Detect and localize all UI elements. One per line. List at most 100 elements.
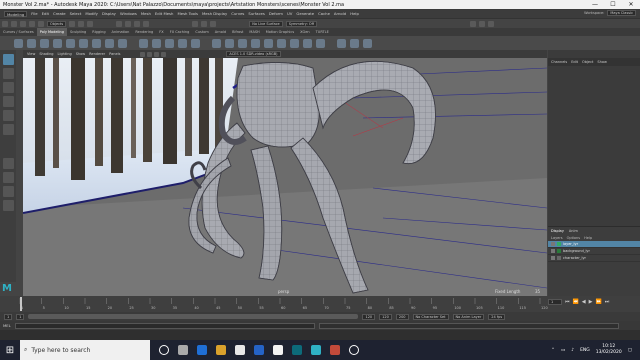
menu-edit[interactable]: Edit — [42, 11, 49, 16]
menu-mesh-display[interactable]: Mesh Display — [202, 11, 227, 16]
shelf-tab-fx-caching[interactable]: FX Caching — [167, 28, 193, 36]
poly-plane-icon[interactable] — [79, 38, 88, 48]
taskbar-search[interactable]: ⌕ Type here to search — [20, 340, 150, 360]
layer-row[interactable]: layer_lyr — [548, 241, 640, 248]
outliner-layout-icon[interactable] — [2, 200, 14, 211]
app-taskbar-icon[interactable] — [330, 345, 340, 355]
channel-box-menu-channels[interactable]: Channels — [551, 60, 567, 64]
menu-mesh[interactable]: Mesh — [141, 11, 151, 16]
maya-taskbar-icon[interactable] — [311, 345, 321, 355]
menu-help[interactable]: Help — [350, 11, 359, 16]
menu-arnold[interactable]: Arnold — [334, 11, 346, 16]
play-backwards-icon[interactable]: ◀ — [582, 299, 586, 305]
scene-end-field[interactable]: 120 — [379, 313, 392, 320]
poly-disc-icon[interactable] — [92, 38, 101, 48]
snap-curve-icon[interactable] — [125, 20, 132, 27]
play-forwards-icon[interactable]: ▶ — [589, 299, 593, 305]
shelf-tab-mash[interactable]: MASH — [246, 28, 262, 36]
smooth-shade-icon[interactable] — [154, 51, 160, 57]
menu-file[interactable]: File — [31, 11, 37, 16]
viewport-menu-shading[interactable]: Shading — [39, 52, 53, 56]
go-to-start-icon[interactable]: ⏮ — [565, 299, 570, 305]
viewport-menu-lighting[interactable]: Lighting — [58, 52, 72, 56]
visibility-toggle-icon[interactable] — [551, 256, 555, 260]
planar-map-icon[interactable] — [350, 38, 359, 48]
side-by-side-layout-icon[interactable] — [2, 186, 14, 197]
minimize-button[interactable]: — — [586, 0, 604, 9]
menu-select[interactable]: Select — [70, 11, 82, 16]
shelf-tab-animation[interactable]: Animation — [109, 28, 133, 36]
colorspace-selector[interactable]: ACES 1.0 SDR-video (sRGB) — [226, 51, 281, 57]
visibility-toggle-icon[interactable] — [551, 249, 555, 253]
quad-draw-icon[interactable] — [290, 38, 299, 48]
shelf-tab-arnold[interactable]: Arnold — [212, 28, 229, 36]
combine-icon[interactable] — [139, 38, 148, 48]
lasso-tool-icon[interactable] — [2, 68, 14, 79]
shelf-tab-custom[interactable]: Custom — [192, 28, 211, 36]
menu-cache[interactable]: Cache — [318, 11, 330, 16]
visibility-toggle-icon[interactable] — [551, 242, 555, 246]
bridge-icon[interactable] — [225, 38, 234, 48]
smooth-icon[interactable] — [165, 38, 174, 48]
symmetry-selector[interactable]: Symmetry: Off — [285, 20, 318, 27]
wireframe-icon[interactable] — [147, 51, 153, 57]
mirror-icon[interactable] — [191, 38, 200, 48]
layer-row[interactable]: background_lyr — [548, 248, 640, 255]
uv-editor-icon[interactable] — [337, 38, 346, 48]
file-explorer-icon[interactable] — [216, 345, 226, 355]
menu-surfaces[interactable]: Surfaces — [248, 11, 264, 16]
menu-create[interactable]: Create — [53, 11, 66, 16]
four-view-layout-icon[interactable] — [2, 172, 14, 183]
scale-tool-icon[interactable] — [2, 124, 14, 135]
layer-menu-layers[interactable]: Layers — [551, 236, 563, 240]
chrome-icon[interactable] — [273, 345, 283, 355]
layer-color-swatch[interactable] — [557, 242, 561, 246]
command-input[interactable] — [14, 322, 315, 329]
layer-color-swatch[interactable] — [557, 256, 561, 260]
maximize-button[interactable]: ☐ — [604, 0, 622, 9]
volume-icon[interactable]: ♪ — [571, 348, 574, 353]
current-frame-field[interactable]: 1 — [548, 299, 562, 305]
save-scene-icon[interactable] — [20, 20, 26, 27]
perspective-viewport[interactable]: persp Fixed Length 35 — [23, 58, 547, 296]
viewport-menu-renderer[interactable]: Renderer — [89, 52, 105, 56]
move-tool-icon[interactable] — [2, 96, 14, 107]
menu-set-selector[interactable]: Modeling — [4, 10, 28, 17]
camera-attributes-icon[interactable] — [140, 51, 146, 57]
menu-edit-mesh[interactable]: Edit Mesh — [155, 11, 174, 16]
channel-box-menu-show[interactable]: Show — [597, 60, 606, 64]
menu-uv[interactable]: UV — [287, 11, 292, 16]
render-settings-icon[interactable] — [210, 20, 217, 27]
photoshop-icon[interactable] — [292, 345, 302, 355]
layer-menu-options[interactable]: Options — [567, 236, 581, 240]
go-to-end-icon[interactable]: ⏭ — [605, 299, 610, 305]
menu-generate[interactable]: Generate — [296, 11, 314, 16]
fps-selector[interactable]: 24 fps — [488, 313, 506, 320]
fill-hole-icon[interactable] — [251, 38, 260, 48]
textured-icon[interactable] — [161, 51, 167, 57]
selection-mode-selector[interactable]: Objects — [47, 20, 67, 27]
anim-layer-selector[interactable]: No Anim Layer — [452, 313, 485, 320]
viewport-menu-show[interactable]: Show — [76, 52, 85, 56]
current-frame-marker[interactable] — [20, 297, 22, 311]
viewport-menu-view[interactable]: View — [27, 52, 35, 56]
select-tool-icon[interactable] — [2, 54, 14, 65]
shelf-tab-turtle[interactable]: TURTLE — [313, 28, 332, 36]
menu-display[interactable]: Display — [102, 11, 116, 16]
menu-modify[interactable]: Modify — [85, 11, 98, 16]
close-button[interactable]: ✕ — [622, 0, 640, 9]
layer-row[interactable]: character_lyr — [548, 255, 640, 262]
mail-icon[interactable] — [254, 345, 264, 355]
insert-edge-loop-icon[interactable] — [303, 38, 312, 48]
shelf-tab-poly-modeling[interactable]: Poly Modeling — [36, 28, 67, 36]
paint-select-tool-icon[interactable] — [2, 82, 14, 93]
auto-map-icon[interactable] — [363, 38, 372, 48]
open-scene-icon[interactable] — [11, 20, 17, 27]
shelf-tab-rendering[interactable]: Rendering — [132, 28, 156, 36]
hypershade-icon[interactable] — [470, 20, 477, 27]
shelf-tab-bifrost[interactable]: Bifrost — [229, 28, 246, 36]
live-surface-field[interactable]: No Live Surface — [249, 20, 283, 27]
viewport-menu-panels[interactable]: Panels — [109, 52, 120, 56]
shelf-tab-sculpting[interactable]: Sculpting — [67, 28, 89, 36]
playback-end-field[interactable]: 120 — [362, 313, 376, 320]
